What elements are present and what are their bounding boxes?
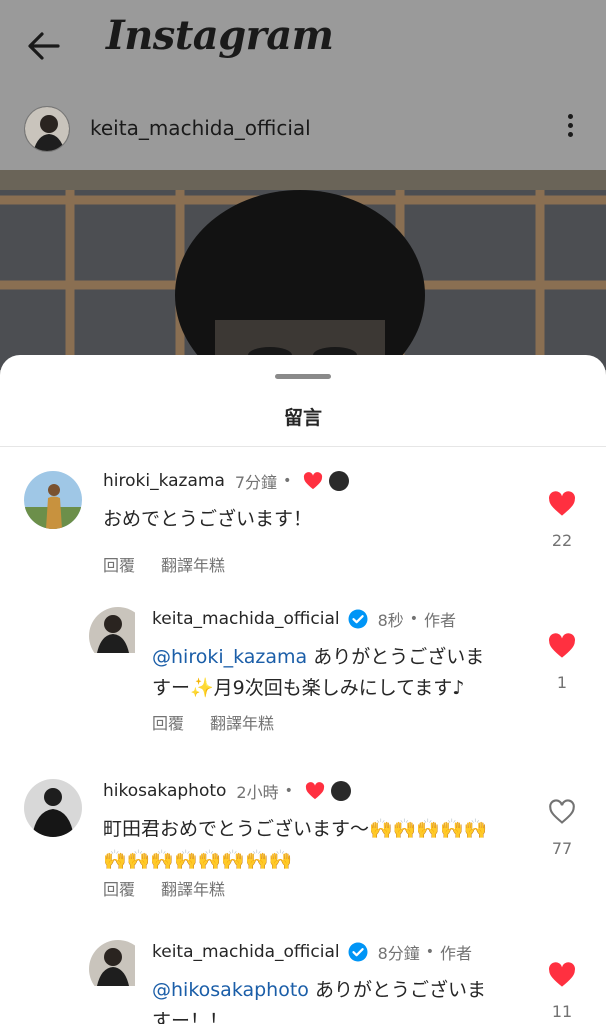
separator-dot: •: [284, 783, 293, 799]
reply-button[interactable]: 回覆: [103, 876, 135, 900]
comment-text: @hiroki_kazama ありがとうございま すー✨月9次回も楽しみにしてま…: [152, 642, 484, 704]
like-count: 22: [551, 531, 573, 550]
post-photo: [0, 170, 606, 370]
like-button[interactable]: 22: [544, 491, 580, 550]
more-options-icon[interactable]: [560, 114, 580, 144]
separator-dot: •: [425, 944, 435, 960]
author-badge: 作者: [424, 611, 457, 630]
verified-badge-icon: [348, 609, 368, 629]
top-bar: Instagram keita_machida_official: [0, 0, 606, 170]
creator-avatar: [330, 781, 351, 801]
author-badge: 作者: [440, 944, 473, 963]
comment-text: @hikosakaphoto ありがとうございま すー！！: [152, 975, 486, 1024]
comment-time: 7分鐘: [234, 473, 278, 492]
like-count: 1: [556, 673, 568, 692]
heart-icon: [549, 491, 575, 516]
like-count: 77: [551, 839, 573, 858]
reply-button[interactable]: 回覆: [152, 710, 184, 734]
comment-username[interactable]: keita_machida_official: [152, 609, 340, 629]
commenter-avatar[interactable]: [89, 607, 147, 665]
heart-icon: [305, 782, 324, 800]
app-logo[interactable]: Instagram: [106, 12, 334, 59]
heart-icon: [549, 962, 575, 987]
translate-button[interactable]: 翻譯年糕: [161, 552, 225, 576]
verified-badge-icon: [348, 942, 368, 962]
mention-link[interactable]: @hikosakaphoto: [152, 979, 309, 1001]
comment-text-part: ありがとうございま: [307, 646, 485, 668]
divider: [0, 446, 606, 447]
translate-button[interactable]: 翻譯年糕: [161, 876, 225, 900]
comment-text: 町田君おめでとうございます〜🙌🙌🙌🙌🙌 🙌🙌🙌🙌🙌🙌🙌🙌: [103, 814, 487, 876]
comment-username[interactable]: keita_machida_official: [152, 942, 340, 962]
mention-link[interactable]: @hiroki_kazama: [152, 646, 307, 668]
post-author-avatar[interactable]: [24, 106, 70, 152]
commenter-avatar[interactable]: [24, 471, 82, 529]
commenter-avatar[interactable]: [89, 940, 147, 998]
comment-text-line: すー！！: [152, 1010, 229, 1024]
comment-text-line: すー✨月9次回も楽しみにしてます♪: [152, 677, 465, 699]
separator-dot: •: [409, 611, 419, 627]
creator-avatar: [329, 471, 350, 491]
like-button[interactable]: 11: [544, 962, 580, 1021]
translate-button[interactable]: 翻譯年糕: [210, 710, 274, 734]
heart-icon: [304, 472, 323, 490]
comment-text-line: 🙌🙌🙌🙌🙌🙌🙌🙌: [103, 849, 293, 871]
comments-sheet: 留言 hiroki_kazama 7分鐘 • おめでとうございます！ 回覆 翻譯…: [0, 355, 606, 1024]
drag-handle[interactable]: [275, 374, 331, 379]
comment-username[interactable]: hiroki_kazama: [103, 471, 225, 491]
comment-time: 2小時: [236, 783, 279, 802]
comment-time: 8秒: [377, 611, 404, 630]
comment-text-line: 町田君おめでとうございます〜🙌🙌🙌🙌🙌: [103, 818, 488, 840]
comment-text: おめでとうございます！: [103, 508, 313, 530]
commenter-avatar[interactable]: [24, 779, 82, 837]
back-arrow-icon[interactable]: [24, 28, 64, 64]
comment-time: 8分鐘: [377, 944, 420, 963]
heart-icon: [549, 633, 575, 658]
reply-button[interactable]: 回覆: [103, 552, 135, 576]
like-button[interactable]: 1: [544, 633, 580, 692]
like-count: 11: [551, 1002, 573, 1021]
post-author-username[interactable]: keita_machida_official: [90, 116, 311, 140]
heart-outline-icon: [549, 799, 575, 824]
comment-username[interactable]: hikosakaphoto: [103, 781, 226, 801]
like-button[interactable]: 77: [544, 799, 580, 858]
sheet-title: 留言: [283, 407, 322, 429]
separator-dot: •: [283, 473, 292, 489]
comment-text-part: ありがとうございま: [308, 979, 486, 1001]
